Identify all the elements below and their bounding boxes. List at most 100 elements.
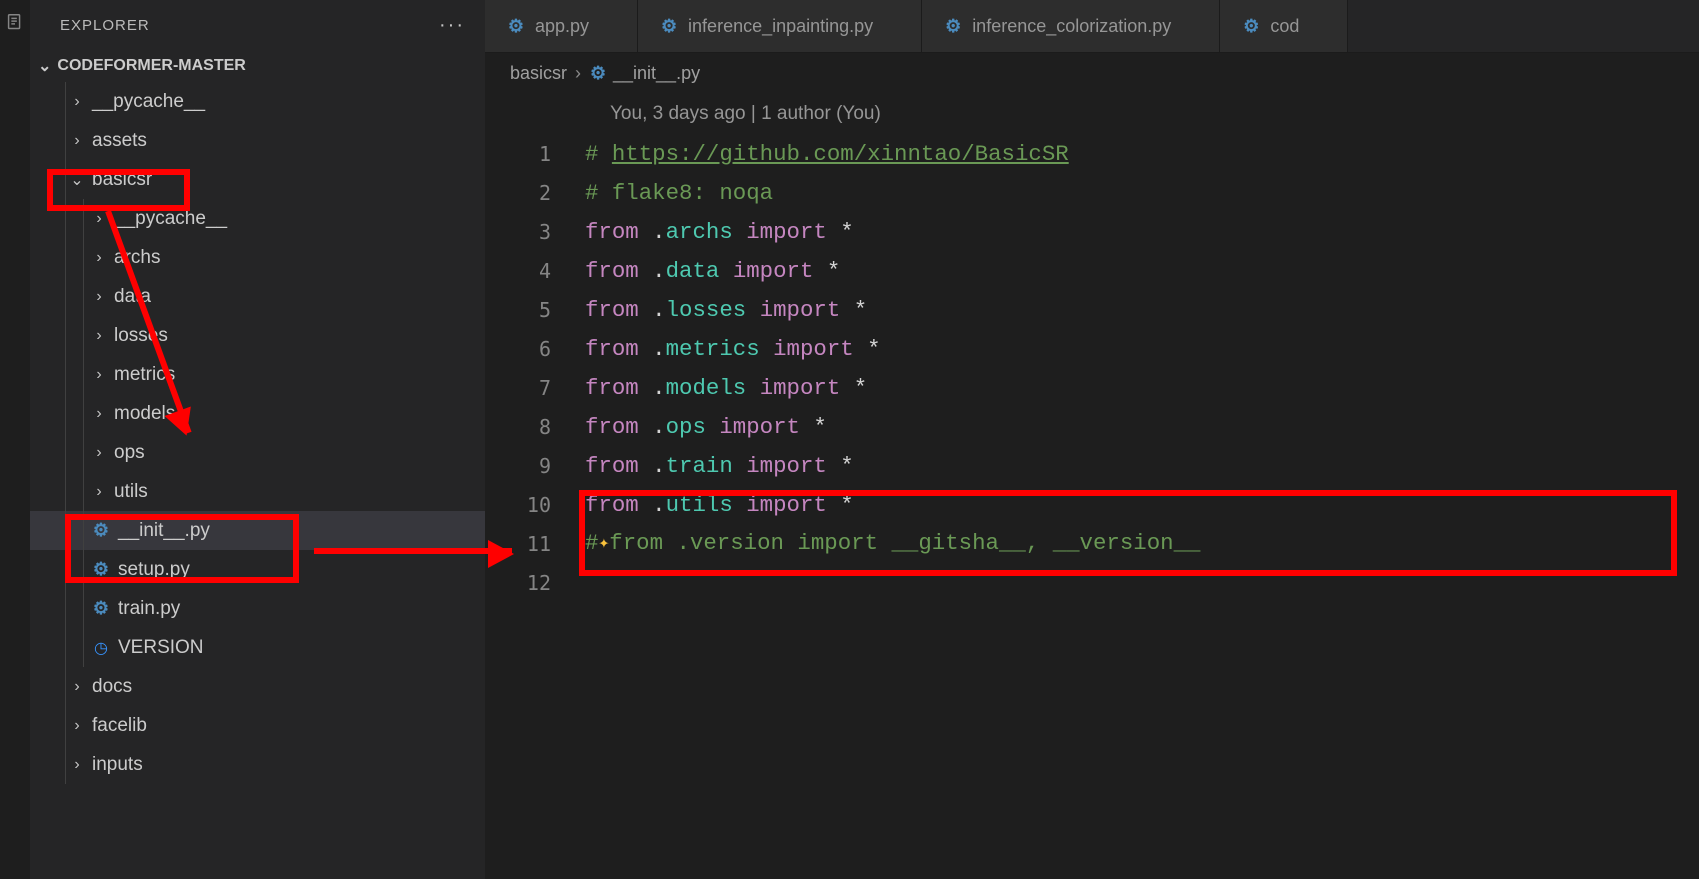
python-icon: ⚙ [589, 63, 607, 84]
editor-tabs: ⚙app.py ⚙ inference_inpainting.py ⚙ inferenc… [485, 0, 1699, 53]
clock-icon: ◷ [92, 638, 110, 658]
tree-folder[interactable]: › __pycache__ [30, 82, 485, 121]
tree-folder[interactable]: › inputs [30, 745, 485, 784]
chevron-right-icon: › [70, 756, 84, 774]
python-icon: ⚙ [92, 520, 110, 541]
tree-item-label: ops [114, 442, 145, 464]
line-content: from .train import * [585, 447, 1699, 486]
file-tree: ›__pycache__›assets⌄basicsr›__pycache__›… [30, 82, 485, 879]
line-number: 2 [485, 174, 585, 213]
line-content: from .utils import * [585, 486, 1699, 525]
chevron-right-icon: › [70, 678, 84, 696]
sidebar-explorer: EXPLORER ··· ⌄ CODEFORMER-MASTER › __pyca… [30, 0, 485, 879]
tree-folder[interactable]: ›__pycache__ [30, 199, 485, 238]
code-area[interactable]: 1# https://github.com/xinntao/BasicSR2# … [485, 135, 1699, 879]
activity-bar [0, 0, 30, 879]
breadcrumb[interactable]: basicsr › ⚙ __init__.py [485, 53, 1699, 93]
line-number: 7 [485, 369, 585, 408]
python-icon: ⚙ [660, 16, 678, 37]
code-line[interactable]: 8from .ops import * [485, 408, 1699, 447]
line-content: from .data import * [585, 252, 1699, 291]
code-line[interactable]: 10from .utils import * [485, 486, 1699, 525]
line-number: 5 [485, 291, 585, 330]
files-icon[interactable] [2, 10, 28, 36]
chevron-right-icon: › [70, 132, 84, 150]
editor-tab[interactable]: ⚙ inference_colorization.py [922, 0, 1220, 52]
tree-item-label: train.py [118, 598, 180, 620]
tree-folder[interactable]: ›facelib [30, 706, 485, 745]
tree-file[interactable]: ◷ VERSION [30, 628, 485, 667]
workspace-root[interactable]: ⌄ CODEFORMER-MASTER [30, 50, 485, 82]
editor-tab[interactable]: ⚙ inference_inpainting.py [638, 0, 922, 52]
chevron-right-icon: › [92, 444, 106, 462]
chevron-right-icon: › [70, 93, 84, 111]
code-line[interactable]: 4from .data import * [485, 252, 1699, 291]
code-line[interactable]: 3from .archs import * [485, 213, 1699, 252]
code-line[interactable]: 1# https://github.com/xinntao/BasicSR [485, 135, 1699, 174]
line-number: 6 [485, 330, 585, 369]
tree-item-label: setup.py [118, 559, 190, 581]
tab-label: app.py [535, 16, 589, 37]
sparkle-icon: ✦ [598, 534, 609, 554]
explorer-title: EXPLORER [60, 17, 150, 34]
tree-file[interactable]: ⚙ __init__.py [30, 511, 485, 550]
tree-item-label: VERSION [118, 637, 204, 659]
line-content: #✦from .version import __gitsha__, __ver… [585, 524, 1699, 565]
line-content: from .models import * [585, 369, 1699, 408]
git-codelens[interactable]: You, 3 days ago | 1 author (You) [485, 93, 1699, 135]
chevron-down-icon: ⌄ [38, 56, 51, 76]
line-content: # https://github.com/xinntao/BasicSR [585, 135, 1699, 174]
code-line[interactable]: 5from .losses import * [485, 291, 1699, 330]
tree-file[interactable]: ⚙setup.py [30, 550, 485, 589]
chevron-right-icon: › [573, 63, 583, 84]
tree-item-label: __pycache__ [92, 91, 205, 113]
code-line[interactable]: 9from .train import * [485, 447, 1699, 486]
line-number: 9 [485, 447, 585, 486]
explorer-header: EXPLORER ··· [30, 0, 485, 50]
tree-item-label: assets [92, 130, 147, 152]
tab-label: inference_inpainting.py [688, 16, 873, 37]
line-content: # flake8: noqa [585, 174, 1699, 213]
line-content: from .ops import * [585, 408, 1699, 447]
line-number: 4 [485, 252, 585, 291]
tree-folder[interactable]: ›models [30, 394, 485, 433]
tree-item-label: inputs [92, 754, 143, 776]
tab-label: inference_colorization.py [972, 16, 1171, 37]
code-line[interactable]: 11#✦from .version import __gitsha__, __v… [485, 525, 1699, 564]
code-line[interactable]: 6from .metrics import * [485, 330, 1699, 369]
tree-folder[interactable]: ›data [30, 277, 485, 316]
tree-folder[interactable]: ›utils [30, 472, 485, 511]
python-icon: ⚙ [944, 16, 962, 37]
tree-item-label: docs [92, 676, 132, 698]
tree-file[interactable]: ⚙ train.py [30, 589, 485, 628]
chevron-right-icon: › [92, 249, 106, 267]
python-icon: ⚙ [92, 598, 110, 619]
code-line[interactable]: 7from .models import * [485, 369, 1699, 408]
chevron-right-icon: › [92, 210, 106, 228]
editor-group: ⚙app.py⚙inference_inpainting.py⚙inferenc… [485, 0, 1699, 879]
tree-folder[interactable]: ›losses [30, 316, 485, 355]
tree-folder[interactable]: ›archs [30, 238, 485, 277]
code-line[interactable]: 2# flake8: noqa [485, 174, 1699, 213]
more-icon[interactable]: ··· [439, 14, 465, 37]
line-content: from .metrics import * [585, 330, 1699, 369]
tree-folder[interactable]: ⌄ basicsr [30, 160, 485, 199]
tree-folder[interactable]: › docs [30, 667, 485, 706]
tree-folder[interactable]: ›metrics [30, 355, 485, 394]
editor-tab[interactable]: ⚙cod [1220, 0, 1348, 52]
code-line[interactable]: 12 [485, 564, 1699, 603]
line-content: from .losses import * [585, 291, 1699, 330]
tree-folder[interactable]: › ops [30, 433, 485, 472]
tree-folder[interactable]: › assets [30, 121, 485, 160]
annotation-arrow [314, 548, 512, 554]
tree-item-label: basicsr [92, 169, 152, 191]
line-number: 12 [485, 564, 585, 603]
editor-tab[interactable]: ⚙app.py [485, 0, 638, 52]
chevron-right-icon: › [92, 366, 106, 384]
tree-item-label: utils [114, 481, 148, 503]
tree-item-label: __init__.py [118, 520, 210, 542]
chevron-right-icon: › [70, 717, 84, 735]
line-content: from .archs import * [585, 213, 1699, 252]
chevron-right-icon: › [92, 327, 106, 345]
chevron-down-icon: ⌄ [70, 170, 84, 190]
